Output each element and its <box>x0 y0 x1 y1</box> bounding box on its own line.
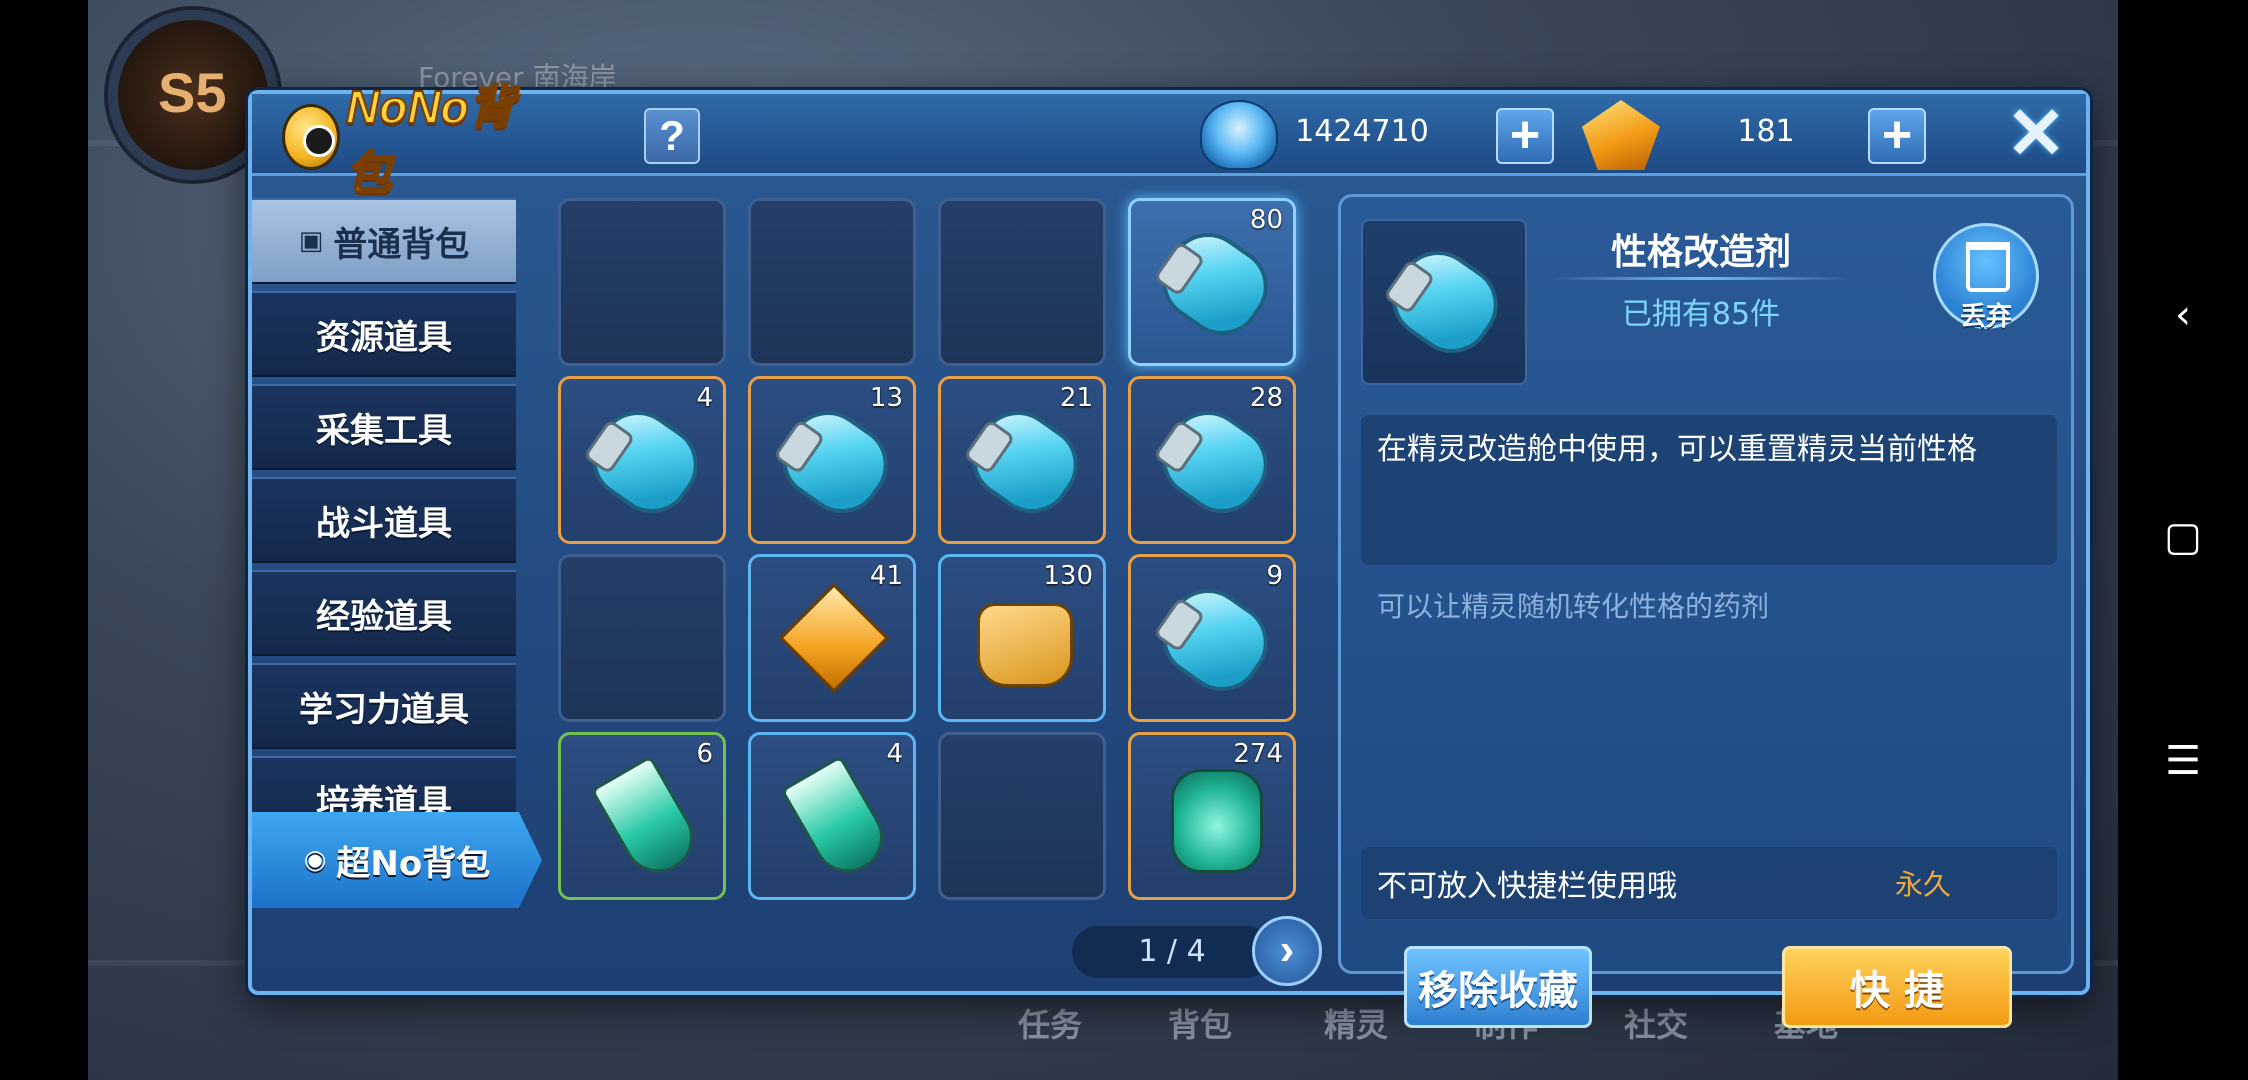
canister-icon <box>576 395 714 529</box>
item-count: 9 <box>1266 561 1283 591</box>
canister-icon <box>766 395 904 529</box>
item-count: 28 <box>1249 383 1283 413</box>
bottom-nav-social[interactable]: 社交 <box>1624 1000 1688 1046</box>
tab-label: 经验道具 <box>316 596 452 637</box>
nono-robot-icon <box>282 104 340 170</box>
add-coin-button[interactable]: + <box>1496 108 1554 164</box>
item-detail-panel: 性格改造剂 已拥有85件 丢弃 在精灵改造舱中使用，可以重置精灵当前性格 可以让… <box>1338 194 2074 974</box>
item-count: 41 <box>869 561 903 591</box>
item-slot[interactable]: 9 <box>1128 554 1296 722</box>
help-button[interactable]: ? <box>644 108 700 164</box>
add-diamond-button[interactable]: + <box>1868 108 1926 164</box>
item-slot[interactable]: 28 <box>1128 376 1296 544</box>
home-icon[interactable]: ▢ <box>2158 512 2208 562</box>
item-count: 80 <box>1249 205 1283 235</box>
next-page-button[interactable]: › <box>1252 916 1322 986</box>
item-count: 21 <box>1059 383 1093 413</box>
item-detail-thumbnail <box>1361 219 1527 385</box>
item-slot[interactable]: 4 <box>748 732 916 900</box>
empty-slot[interactable] <box>748 198 916 366</box>
item-count: 130 <box>1043 561 1093 591</box>
tab-label: 超No背包 <box>336 843 491 884</box>
item-slot[interactable]: 274 <box>1128 732 1296 900</box>
coin-value: 1424710 <box>1295 114 1429 149</box>
gemvial-icon <box>778 582 890 694</box>
divider <box>1551 277 1851 280</box>
canister-icon <box>956 395 1094 529</box>
pouch-icon <box>977 603 1073 687</box>
item-count: 274 <box>1233 739 1283 769</box>
cat-icon: ◉ <box>303 845 327 875</box>
tab-resource-items[interactable]: 资源道具 <box>252 291 516 377</box>
diamond-value: 181 <box>1737 114 1795 149</box>
close-icon[interactable]: ✕ <box>2004 98 2068 170</box>
bottle-icon <box>1171 769 1263 873</box>
tab-effort-items[interactable]: 学习力道具 <box>252 663 516 749</box>
remove-favorite-button[interactable]: 移除收藏 <box>1404 946 1592 1028</box>
tab-label: 学习力道具 <box>299 689 469 730</box>
bottom-nav-pets[interactable]: 精灵 <box>1324 1000 1388 1046</box>
item-slot[interactable]: 80 <box>1128 198 1296 366</box>
item-slot[interactable]: 6 <box>558 732 726 900</box>
tab-label: 普通背包 <box>333 224 470 265</box>
empty-slot[interactable] <box>558 198 726 366</box>
canister-icon <box>1146 573 1284 707</box>
tab-normal-bag[interactable]: ▣ 普通背包 <box>252 198 516 284</box>
canister-icon <box>1146 217 1284 351</box>
bottom-nav-bag[interactable]: 背包 <box>1168 1000 1232 1046</box>
panel-title: NoNo背包 <box>345 80 516 200</box>
item-name: 性格改造剂 <box>1610 232 1791 273</box>
empty-slot[interactable] <box>558 554 726 722</box>
bottom-nav-task[interactable]: 任务 <box>1018 1000 1082 1046</box>
item-flavor-text: 可以让精灵随机转化性格的药剂 <box>1377 590 1770 623</box>
item-slot[interactable]: 130 <box>938 554 1106 722</box>
item-slot[interactable]: 4 <box>558 376 726 544</box>
tab-super-nono-bag[interactable]: ◉ 超No背包 <box>252 812 542 908</box>
item-slot[interactable]: 13 <box>748 376 916 544</box>
item-count: 4 <box>696 383 713 413</box>
item-count: 13 <box>869 383 903 413</box>
item-footer: 不可放入快捷栏使用哦 永久 <box>1361 847 2057 919</box>
system-nav-bar: ‹ ▢ ☰ <box>2118 0 2248 1080</box>
trash-icon <box>1966 242 2010 292</box>
discard-label: 丢弃 <box>1959 302 2012 332</box>
item-count: 4 <box>886 739 903 769</box>
bag-icon: ▣ <box>298 226 324 256</box>
nono-logo: NoNo背包 <box>282 80 532 200</box>
item-slot[interactable]: 21 <box>938 376 1106 544</box>
shortcut-note: 不可放入快捷栏使用哦 <box>1377 869 1677 904</box>
duration-label: 永久 <box>1894 868 1951 901</box>
category-tabs: ▣ 普通背包 资源道具 采集工具 战斗道具 经验道具 学习力道具 培养道具 ◉ 超N… <box>252 198 542 908</box>
item-slot[interactable]: 41 <box>748 554 916 722</box>
tab-exp-items[interactable]: 经验道具 <box>252 570 516 656</box>
discard-button[interactable]: 丢弃 <box>1933 223 2039 332</box>
tab-gather-tools[interactable]: 采集工具 <box>252 384 516 470</box>
tab-label: 战斗道具 <box>316 503 452 544</box>
panel-header: NoNo背包 ? 1424710 + 181 + ✕ <box>252 80 2086 200</box>
page-indicator: 1 / 4 <box>1072 926 1272 978</box>
item-count: 6 <box>696 739 713 769</box>
potion-canister-icon <box>1376 235 1514 369</box>
tab-battle-items[interactable]: 战斗道具 <box>252 477 516 563</box>
flask-icon <box>590 754 706 886</box>
empty-slot[interactable] <box>938 198 1106 366</box>
item-owned-count: 已拥有85件 <box>1621 297 1781 332</box>
empty-slot[interactable] <box>938 732 1106 900</box>
quick-use-button[interactable]: 快 捷 <box>1782 946 2012 1028</box>
tab-label: 采集工具 <box>316 410 452 451</box>
back-icon[interactable]: ‹ <box>2158 290 2208 340</box>
flask-icon <box>780 754 896 886</box>
item-description: 在精灵改造舱中使用，可以重置精灵当前性格 <box>1361 415 2057 565</box>
diamond-icon <box>1582 100 1660 170</box>
menu-icon[interactable]: ☰ <box>2158 736 2208 786</box>
canister-icon <box>1146 395 1284 529</box>
nono-bag-panel: NoNo背包 ? 1424710 + 181 + ✕ ▣ 普通背包 资源道具 采集… <box>248 80 2090 1028</box>
tab-label: 资源道具 <box>316 317 452 358</box>
